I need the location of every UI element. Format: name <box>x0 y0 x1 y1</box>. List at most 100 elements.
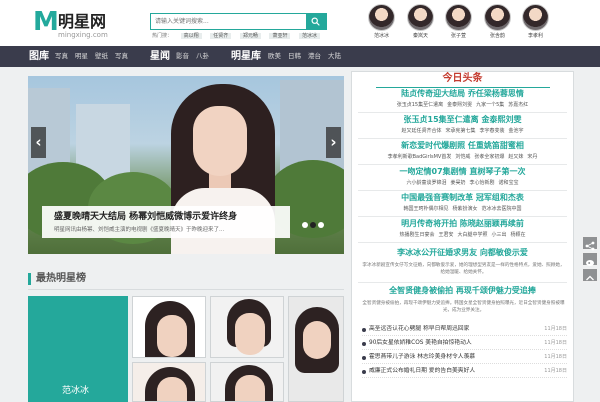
list-item[interactable]: 威廉正式公布婚礼日期 爱的告白美爽好人 11月18日 <box>362 366 567 378</box>
headline-sub-link[interactable]: 李宇春变装 <box>480 128 505 134</box>
headline-sub-link[interactable]: 王君安 <box>438 232 453 238</box>
nav-item-star-library[interactable]: 明星库 <box>231 46 261 67</box>
list-item-title[interactable]: 90后女星依娇稚COS 美艳自拍惊艳动人 <box>369 339 472 348</box>
search-button[interactable] <box>306 14 326 29</box>
headline-excerpt: 李冰冰新剧宣传女仔写文征婚，向都敏俊示爱，她的理想型男友是一样的性格特点，爱她、… <box>362 263 565 275</box>
headline-sub-link[interactable]: 李心怡新剧 <box>470 180 495 186</box>
headline-link[interactable]: 新恋爱时代爆剧照 任重姚笛甜蜜相 <box>352 141 573 151</box>
list-item-title[interactable]: 高圣远否认花心劈腿 称早日帮周迅回家 <box>369 325 469 334</box>
hot-search-link[interactable]: 任贤齐 <box>210 33 232 39</box>
carousel-dot[interactable] <box>318 222 324 228</box>
slide-caption-title[interactable]: 盛夏晚晴天大结局 杨幂刘恺威微博示爱许终身 <box>54 212 237 223</box>
news-title: 今日头条 <box>442 73 483 84</box>
featured-carousel[interactable]: ‹ › 盛夏晚晴天大结局 杨幂刘恺威微博示爱许终身 明星网讯由杨幂、刘恺威主演的… <box>28 76 344 254</box>
headline-sub-link[interactable]: 热播剧生日宴会 <box>399 232 434 238</box>
headline-sub-link[interactable]: 六小龄童谈罗锦泪 <box>406 180 446 186</box>
slide-caption[interactable]: 盛夏晚晴天大结局 杨幂刘恺威微博示爱许终身 明星网讯由杨幂、刘恺威主演的电视剧《… <box>42 206 290 238</box>
carousel-dot-active[interactable] <box>310 222 316 228</box>
headline-sub-link[interactable]: 杨紫扮演女 <box>452 206 477 212</box>
headline-sub-link[interactable]: 刘恺威 <box>455 154 470 160</box>
hot-search-link[interactable]: 郑元畅 <box>239 33 261 39</box>
headline-sub-link[interactable]: 金池宇 <box>509 128 524 134</box>
list-item[interactable]: 霍思燕带儿子游泳 林志玲美身材令人羡慕 11月18日 <box>362 352 567 364</box>
search-input[interactable] <box>151 14 307 29</box>
logo[interactable]: M 明星网 mingxing.com <box>33 8 123 39</box>
list-item[interactable]: 90后女星依娇稚COS 美艳自拍惊艳动人 11月18日 <box>362 338 567 350</box>
star-avatar[interactable]: 李孝利 <box>522 4 549 40</box>
star-photo[interactable] <box>132 296 206 358</box>
list-item[interactable]: 高圣远否认花心劈腿 称早日帮周迅回家 11月18日 <box>362 324 567 336</box>
nav-sub-item[interactable]: 壁纸 <box>95 46 108 67</box>
headline-link[interactable]: 全智贤健身被偷拍 再现千颂伊魅力受追捧 <box>352 286 573 296</box>
carousel-prev-button[interactable]: ‹ <box>31 127 46 158</box>
star-avatar[interactable]: 范冰冰 <box>368 4 395 40</box>
hot-search-link[interactable]: 萧亚轩 <box>269 33 291 39</box>
photo-face <box>303 321 331 359</box>
nav-sub-item[interactable]: 港台 <box>308 46 321 67</box>
headline-link[interactable]: 张玉贞15集至仁遣离 金泰熙刘雯 <box>352 115 573 125</box>
site-header: M 明星网 mingxing.com 热门搜： 高以翔 任贤齐 郑元畅 萧亚轩 … <box>0 0 600 46</box>
headline-sub-link[interactable]: 李孝利新歌BadGirlsMV首发 <box>388 154 452 160</box>
headline-sub-link[interactable]: 九家一个5集 <box>476 102 504 108</box>
news-title-underline <box>376 87 550 88</box>
nav-item-news[interactable]: 星闻 <box>150 46 170 67</box>
headline-link[interactable]: 陆贞传奇迎大结局 乔任梁杨蓉思情 <box>352 89 573 99</box>
star-name: 范冰冰 <box>373 33 389 39</box>
headline-sub-link[interactable]: 赵又妹 <box>508 154 523 160</box>
hot-stars-title: 最热明星榜 <box>36 273 86 284</box>
star-photo[interactable] <box>210 362 284 402</box>
hot-search-link[interactable]: 高以翔 <box>180 33 202 39</box>
nav-item-gallery[interactable]: 图库 <box>29 46 49 67</box>
hot-search-link[interactable]: 范冰冰 <box>299 33 321 39</box>
star-photo[interactable] <box>210 296 284 358</box>
headline-sub-link[interactable]: 张孝全家初爆 <box>474 154 504 160</box>
headline-sub-link[interactable]: 宋丹 <box>527 154 537 160</box>
headline-sub-links: 热播剧生日宴会 王君安 大白腿中学照 小三出 杨颖在 <box>352 232 573 239</box>
headline-sub-link[interactable]: 姜昊奶 <box>450 180 465 186</box>
logo-name: 明星网 <box>58 12 107 31</box>
headline-sub-link[interactable]: 金泰熙刘雯 <box>447 102 472 108</box>
nav-sub-item[interactable]: 日韩 <box>288 46 301 67</box>
nav-sub-item[interactable]: 八卦 <box>196 46 209 67</box>
headline-sub-links: 张玉贞15集至仁遣离 金泰熙刘雯 九家一个5集 苏嘉杰红 <box>352 102 573 109</box>
list-item-date: 11月18日 <box>544 354 567 360</box>
headline-sub-link[interactable]: 张玉贞15集至仁遣离 <box>397 102 443 108</box>
headline-divider <box>358 216 567 217</box>
list-item-title[interactable]: 威廉正式公布婚礼日期 爱的告白美爽好人 <box>369 367 475 376</box>
back-to-top-icon[interactable] <box>582 268 598 282</box>
headline-link[interactable]: 中国最强音赛制改革 冠军组和杰表 <box>352 193 573 203</box>
carousel-dot[interactable] <box>302 222 308 228</box>
headline-sub-link[interactable]: 宋承宪第七集 <box>445 128 475 134</box>
star-name: 张含韵 <box>489 33 505 39</box>
star-avatar[interactable]: 张子萱 <box>445 4 472 40</box>
nav-sub-item[interactable]: 明星 <box>75 46 88 67</box>
star-photo[interactable] <box>132 362 206 402</box>
weibo-icon[interactable] <box>582 252 598 266</box>
headline-sub-link[interactable]: 韩国王珂朴偶尔相见 <box>403 206 448 212</box>
headline-sub-links: 韩国王珂朴偶尔相见 杨紫扮演女 范冰冰去医院中国 <box>352 206 573 213</box>
list-item-title[interactable]: 霍思燕带儿子游泳 林志玲美身材令人羡慕 <box>369 353 475 362</box>
headline-link[interactable]: 明月传奇将开拍 陈晓赵丽颖再续前 <box>352 219 573 229</box>
nav-sub-item[interactable]: 写真 <box>55 46 68 67</box>
carousel-next-button[interactable]: › <box>326 127 341 158</box>
bullet-icon <box>362 370 366 374</box>
headline-sub-link[interactable]: 杨颖在 <box>511 232 526 238</box>
nav-sub-item[interactable]: 欧美 <box>268 46 281 67</box>
nav-sub-item[interactable]: 影音 <box>176 46 189 67</box>
headline-link[interactable]: 李冰冰公开征婚求男友 向都敏俊示爱 <box>352 248 573 258</box>
search-icon <box>311 17 320 26</box>
headline-sub-link[interactable]: 范冰冰去医院中国 <box>482 206 522 212</box>
nav-sub-item[interactable]: 大陆 <box>328 46 341 67</box>
headline-sub-link[interactable]: 小三出 <box>492 232 507 238</box>
star-photo[interactable] <box>288 296 344 402</box>
headline-sub-link[interactable]: 诺和宝宝 <box>499 180 519 186</box>
headline-sub-link[interactable]: 苏嘉杰红 <box>508 102 528 108</box>
headline-link[interactable]: 一吻定情07集剧情 直树琴子第一次 <box>352 167 573 177</box>
headline-sub-link[interactable]: 赵又廷任贤齐合体 <box>401 128 441 134</box>
featured-star-tile[interactable]: 范冰冰 <box>28 296 128 402</box>
star-avatar[interactable]: 秦岚天 <box>407 4 434 40</box>
share-icon[interactable] <box>582 236 598 251</box>
headline-sub-link[interactable]: 大白腿中学照 <box>457 232 487 238</box>
star-avatar[interactable]: 张含韵 <box>484 4 511 40</box>
nav-sub-item[interactable]: 写真 <box>115 46 128 67</box>
